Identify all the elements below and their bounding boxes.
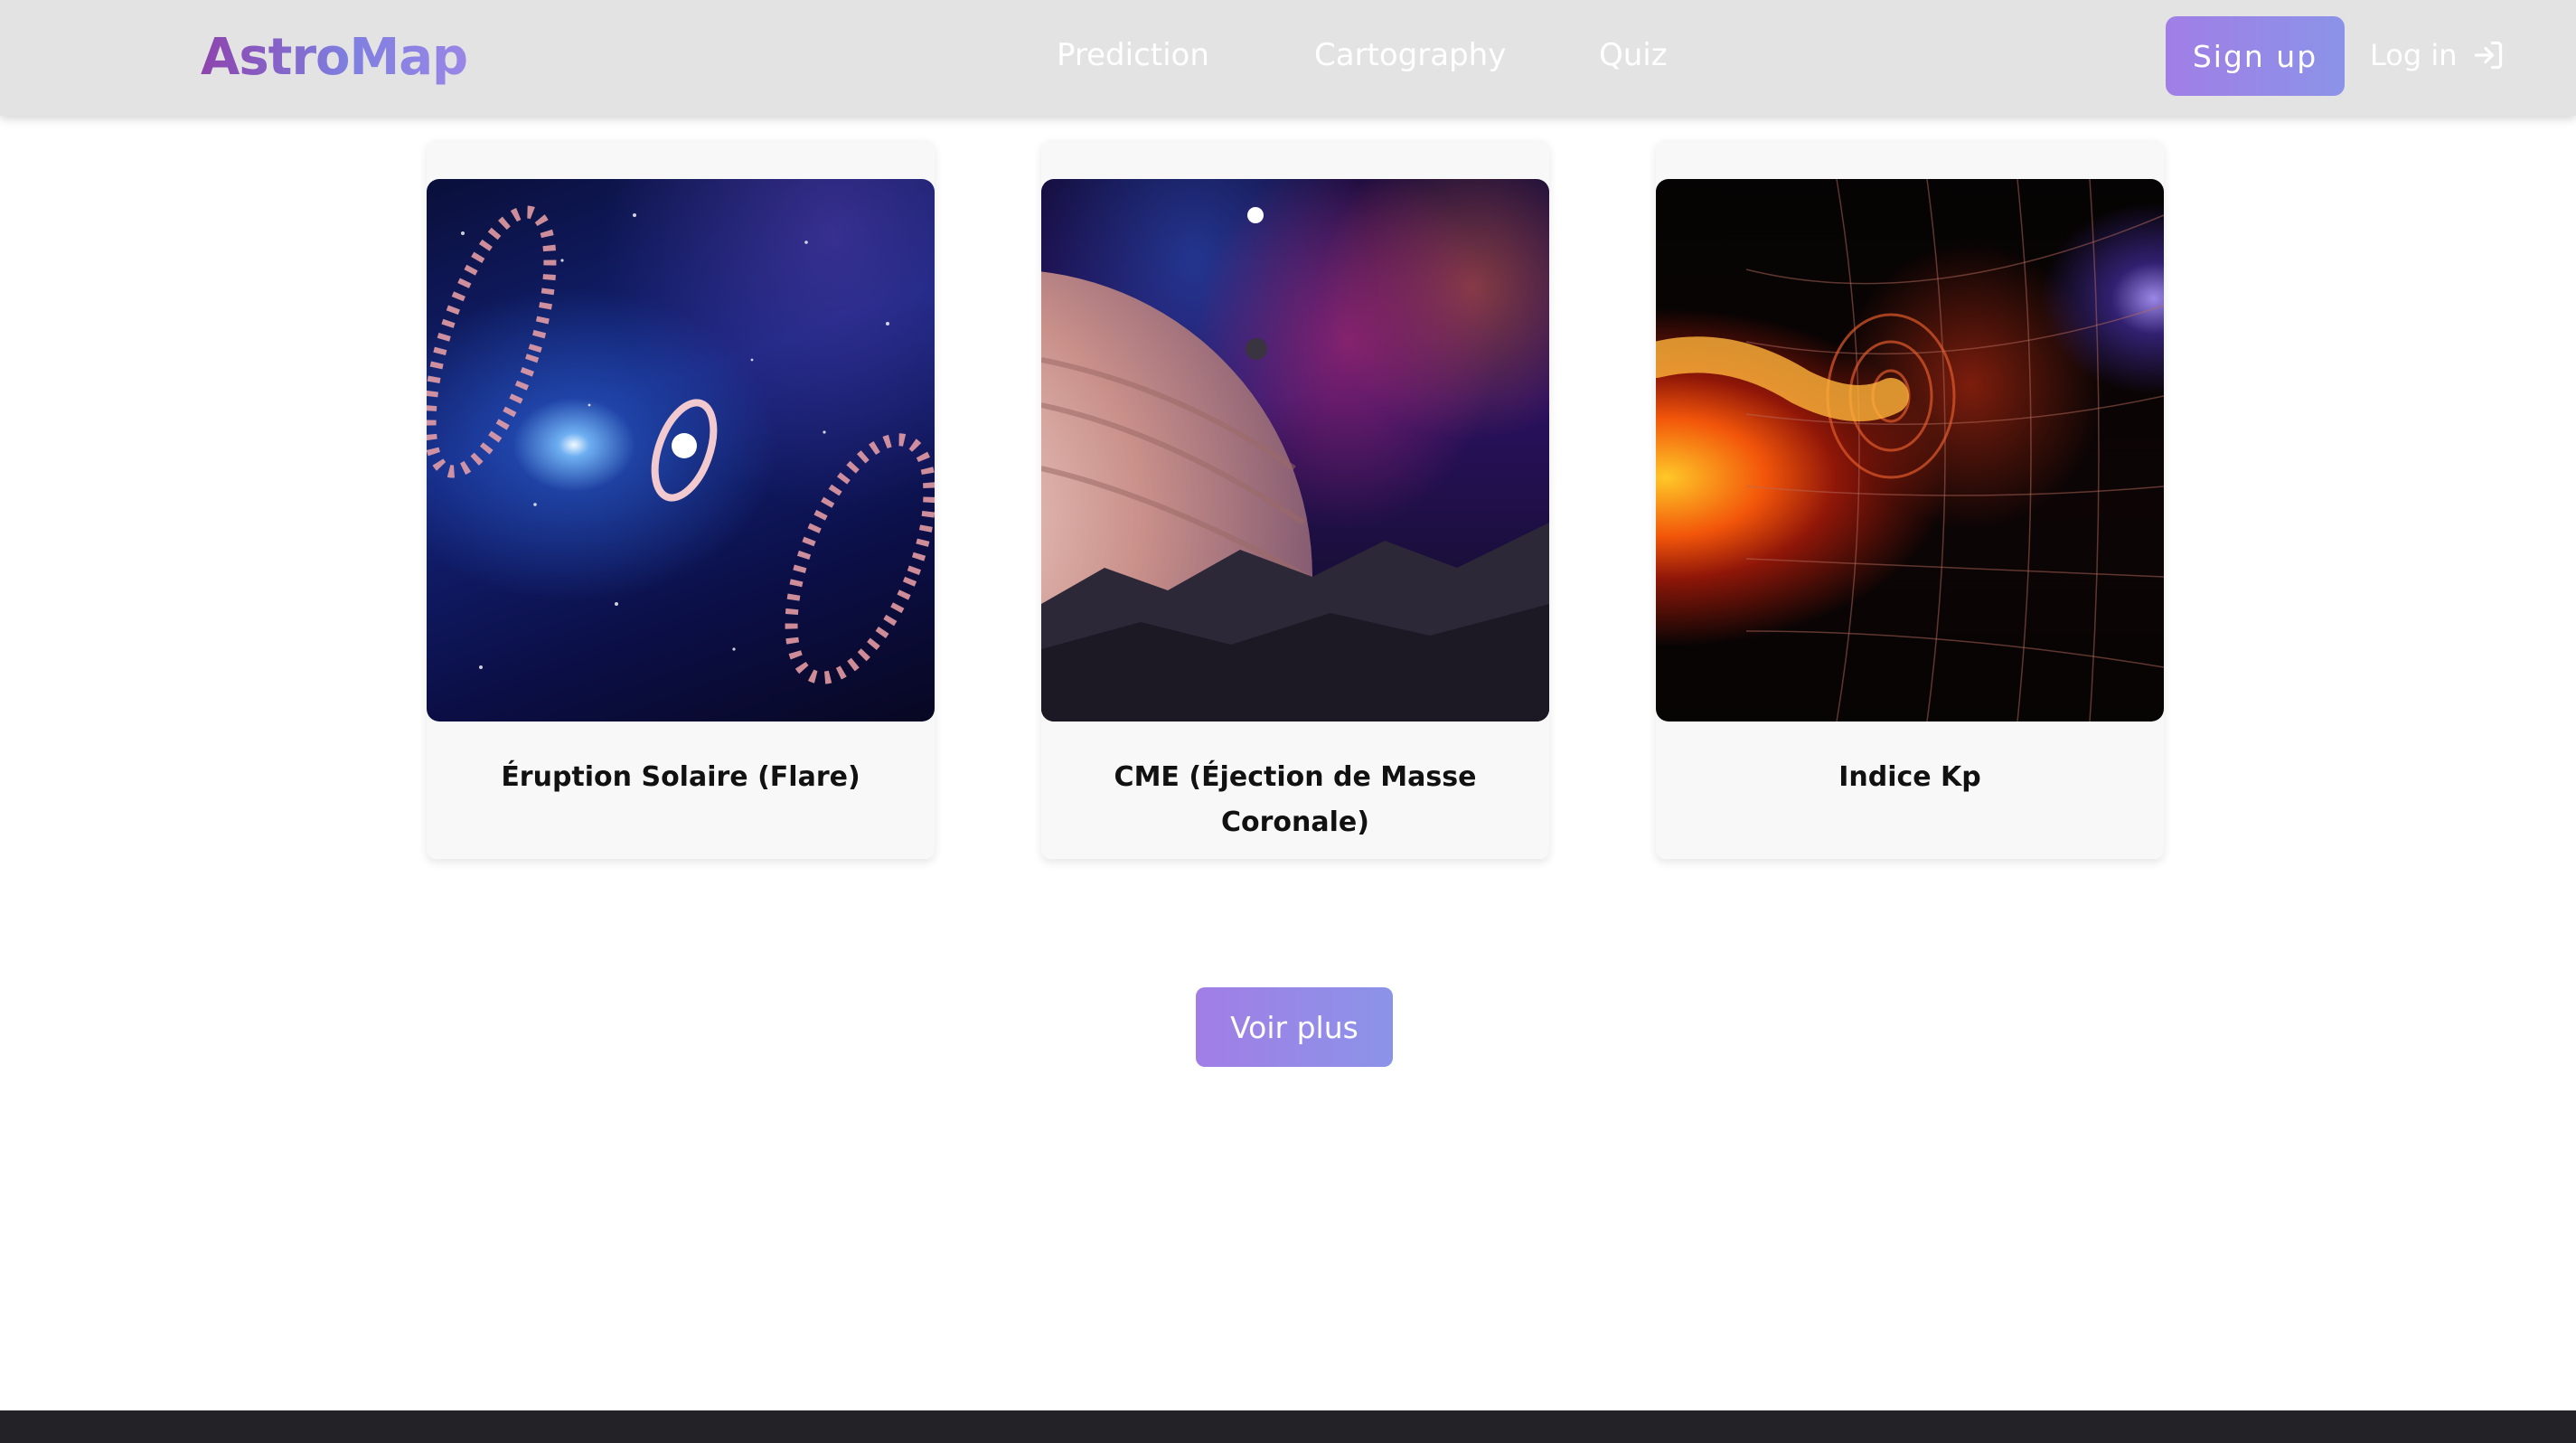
nav-link-cartography[interactable]: Cartography bbox=[1314, 33, 1506, 78]
signup-button[interactable]: Sign up bbox=[2166, 16, 2345, 96]
card-title: Éruption Solaire (Flare) bbox=[501, 761, 860, 793]
nav-link-quiz[interactable]: Quiz bbox=[1599, 33, 1668, 78]
login-arrow-icon bbox=[2472, 39, 2505, 71]
page-footer bbox=[0, 1410, 2576, 1443]
card-image-kp-index bbox=[1656, 179, 2164, 722]
nav-link-prediction[interactable]: Prediction bbox=[1057, 33, 1209, 78]
card-cme[interactable]: CME (Éjection de Masse Coronale) bbox=[1041, 140, 1549, 859]
login-link[interactable]: Log in bbox=[2370, 33, 2505, 78]
top-navbar: AstroMap Prediction Cartography Quiz Sig… bbox=[0, 0, 2576, 116]
card-image-cme bbox=[1041, 179, 1549, 722]
site-logo[interactable]: AstroMap bbox=[201, 22, 468, 94]
card-kp-index[interactable]: Indice Kp bbox=[1656, 140, 2164, 859]
card-title: CME (Éjection de Masse Coronale) bbox=[1114, 761, 1477, 838]
card-solar-flare[interactable]: Éruption Solaire (Flare) bbox=[427, 140, 935, 859]
card-image-solar-flare bbox=[427, 179, 935, 722]
login-label: Log in bbox=[2370, 38, 2458, 72]
voir-plus-button[interactable]: Voir plus bbox=[1196, 987, 1393, 1067]
card-title: Indice Kp bbox=[1838, 761, 1981, 793]
